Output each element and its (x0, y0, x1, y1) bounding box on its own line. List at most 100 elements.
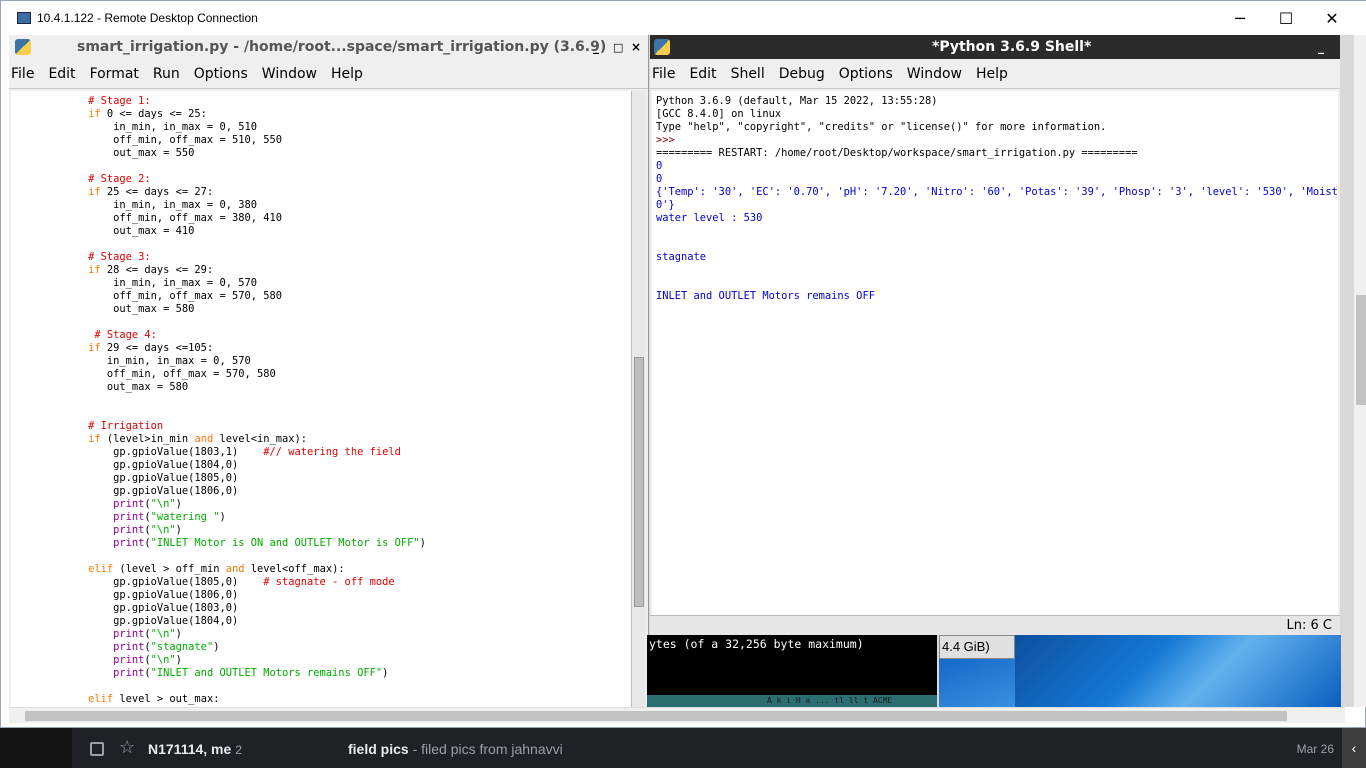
code-token: gp.gpioValue(1804,0) (13, 615, 239, 627)
code-line: in_min, in_max = 0, 570 (11, 277, 631, 290)
rdp-vertical-thumb[interactable] (1356, 295, 1366, 405)
editor-menu-run[interactable]: Run (147, 66, 188, 82)
editor-menu-options[interactable]: Options (188, 66, 256, 82)
code-line: in_min, in_max = 0, 380 (11, 199, 631, 212)
rdp-horizontal-scrollbar[interactable] (9, 707, 1345, 723)
code-line: off_min, off_max = 570, 580 (11, 368, 631, 381)
code-line: elif (level > off_min and level<off_max)… (11, 563, 631, 576)
close-button[interactable]: ✕ (1309, 1, 1355, 35)
code-token: print (113, 524, 145, 536)
chevron-left-icon[interactable]: ‹ (1342, 728, 1366, 768)
code-token: and (194, 433, 214, 445)
code-token: out_max = 580 (13, 303, 195, 315)
shell-title: *Python 3.6.9 Shell* (932, 39, 1092, 55)
code-token: print (113, 537, 145, 549)
code-line: # Stage 4: (11, 329, 631, 342)
remote-desktop-area[interactable]: smart_irrigation.py - /home/root...space… (9, 35, 1353, 707)
code-token: gp.gpioValue(1803,1) (13, 446, 264, 458)
shell-line: {'Temp': '30', 'EC': '0.70', 'pH': '7.20… (656, 186, 1338, 198)
code-token: "\n" (150, 628, 176, 640)
editor-close-button[interactable]: × (631, 40, 641, 54)
shell-menu-options[interactable]: Options (833, 66, 901, 82)
message-date: Mar 26 (1296, 742, 1334, 756)
shell-menu-shell[interactable]: Shell (725, 66, 773, 82)
code-line: elif level > out_max: (11, 693, 631, 706)
terminal-footer: A k i H a ... tl ll t ACME (647, 695, 937, 707)
code-line: off_min, off_max = 380, 410 (11, 212, 631, 225)
code-token: off_min, off_max = 380, 410 (13, 212, 282, 224)
code-editor[interactable]: # Stage 1: if 0 <= days <= 25: in_min, i… (11, 91, 631, 707)
editor-minimize-button[interactable]: _ (593, 40, 599, 54)
code-token: ) (175, 498, 182, 510)
minimize-button[interactable]: ─ (1217, 1, 1263, 35)
shell-line: [GCC 8.4.0] on linux (656, 108, 782, 120)
code-token: "INLET Motor is ON and OUTLET Motor is O… (150, 537, 420, 549)
select-checkbox[interactable] (90, 742, 104, 756)
editor-menu-format[interactable]: Format (84, 66, 147, 82)
maximize-button[interactable]: ☐ (1263, 1, 1309, 35)
rdp-horizontal-thumb[interactable] (25, 711, 1287, 721)
gmail-message-row[interactable]: ☆ N171114, me 2 field pics - filed pics … (0, 728, 1366, 768)
rdp-vertical-scrollbar[interactable] (1353, 35, 1366, 707)
shell-menu-help[interactable]: Help (970, 66, 1016, 82)
star-icon[interactable]: ☆ (119, 737, 135, 758)
shell-output[interactable]: Python 3.6.9 (default, Mar 15 2022, 13:5… (652, 91, 1338, 615)
rdp-titlebar[interactable]: 10.4.1.122 - Remote Desktop Connection ─… (1, 1, 1366, 35)
message-snippet: - filed pics from jahnavvi (408, 741, 563, 757)
shell-line: 0 (656, 173, 663, 185)
code-token: "\n" (150, 524, 176, 536)
editor-menu-help[interactable]: Help (325, 66, 371, 82)
code-line: print("\n") (11, 498, 631, 511)
editor-scrollbar[interactable] (631, 91, 645, 707)
code-line: gp.gpioValue(1803,1) #// watering the fi… (11, 446, 631, 459)
editor-title: smart_irrigation.py - /home/root...space… (77, 39, 607, 55)
editor-menu-edit[interactable]: Edit (42, 66, 83, 82)
editor-maximize-button[interactable]: □ (613, 41, 623, 54)
shell-titlebar[interactable]: *Python 3.6.9 Shell* _ (650, 35, 1340, 59)
shell-menu-edit[interactable]: Edit (683, 66, 724, 82)
code-line: # Stage 1: (11, 95, 631, 108)
code-token: 28 <= days <= 29: (100, 264, 214, 276)
message-sender: N171114, me 2 (148, 741, 242, 757)
code-token: "watering " (150, 511, 220, 523)
shell-menu-debug[interactable]: Debug (773, 66, 833, 82)
editor-menu-window[interactable]: Window (256, 66, 325, 82)
code-token: 0 <= days <= 25: (100, 108, 207, 120)
editor-titlebar[interactable]: smart_irrigation.py - /home/root...space… (9, 35, 648, 59)
code-line: gp.gpioValue(1806,0) (11, 485, 631, 498)
code-line: gp.gpioValue(1804,0) (11, 459, 631, 472)
shell-menu-window[interactable]: Window (901, 66, 970, 82)
shell-minimize-button[interactable]: _ (1318, 40, 1324, 54)
shell-line: 0'} (656, 199, 675, 211)
shell-menu-file[interactable]: File (650, 66, 683, 82)
code-token: print (113, 667, 145, 679)
python-shell-window: *Python 3.6.9 Shell* _ File Edit Shell Debu… (650, 35, 1340, 635)
code-line: out_max = 580 (11, 381, 631, 394)
code-line: print("\n") (11, 524, 631, 537)
code-token: off_min, off_max = 570, 580 (13, 290, 282, 302)
code-line: if 0 <= days <= 25: (11, 108, 631, 121)
editor-scroll-thumb[interactable] (634, 357, 644, 607)
code-token: print (113, 628, 145, 640)
code-line: in_min, in_max = 0, 510 (11, 121, 631, 134)
editor-menu-file[interactable]: File (9, 66, 42, 82)
code-token: ) (219, 511, 226, 523)
code-token: # Stage 1: (88, 95, 151, 107)
shell-line: Python 3.6.9 (default, Mar 15 2022, 13:5… (656, 95, 938, 107)
code-token: if (88, 108, 101, 120)
